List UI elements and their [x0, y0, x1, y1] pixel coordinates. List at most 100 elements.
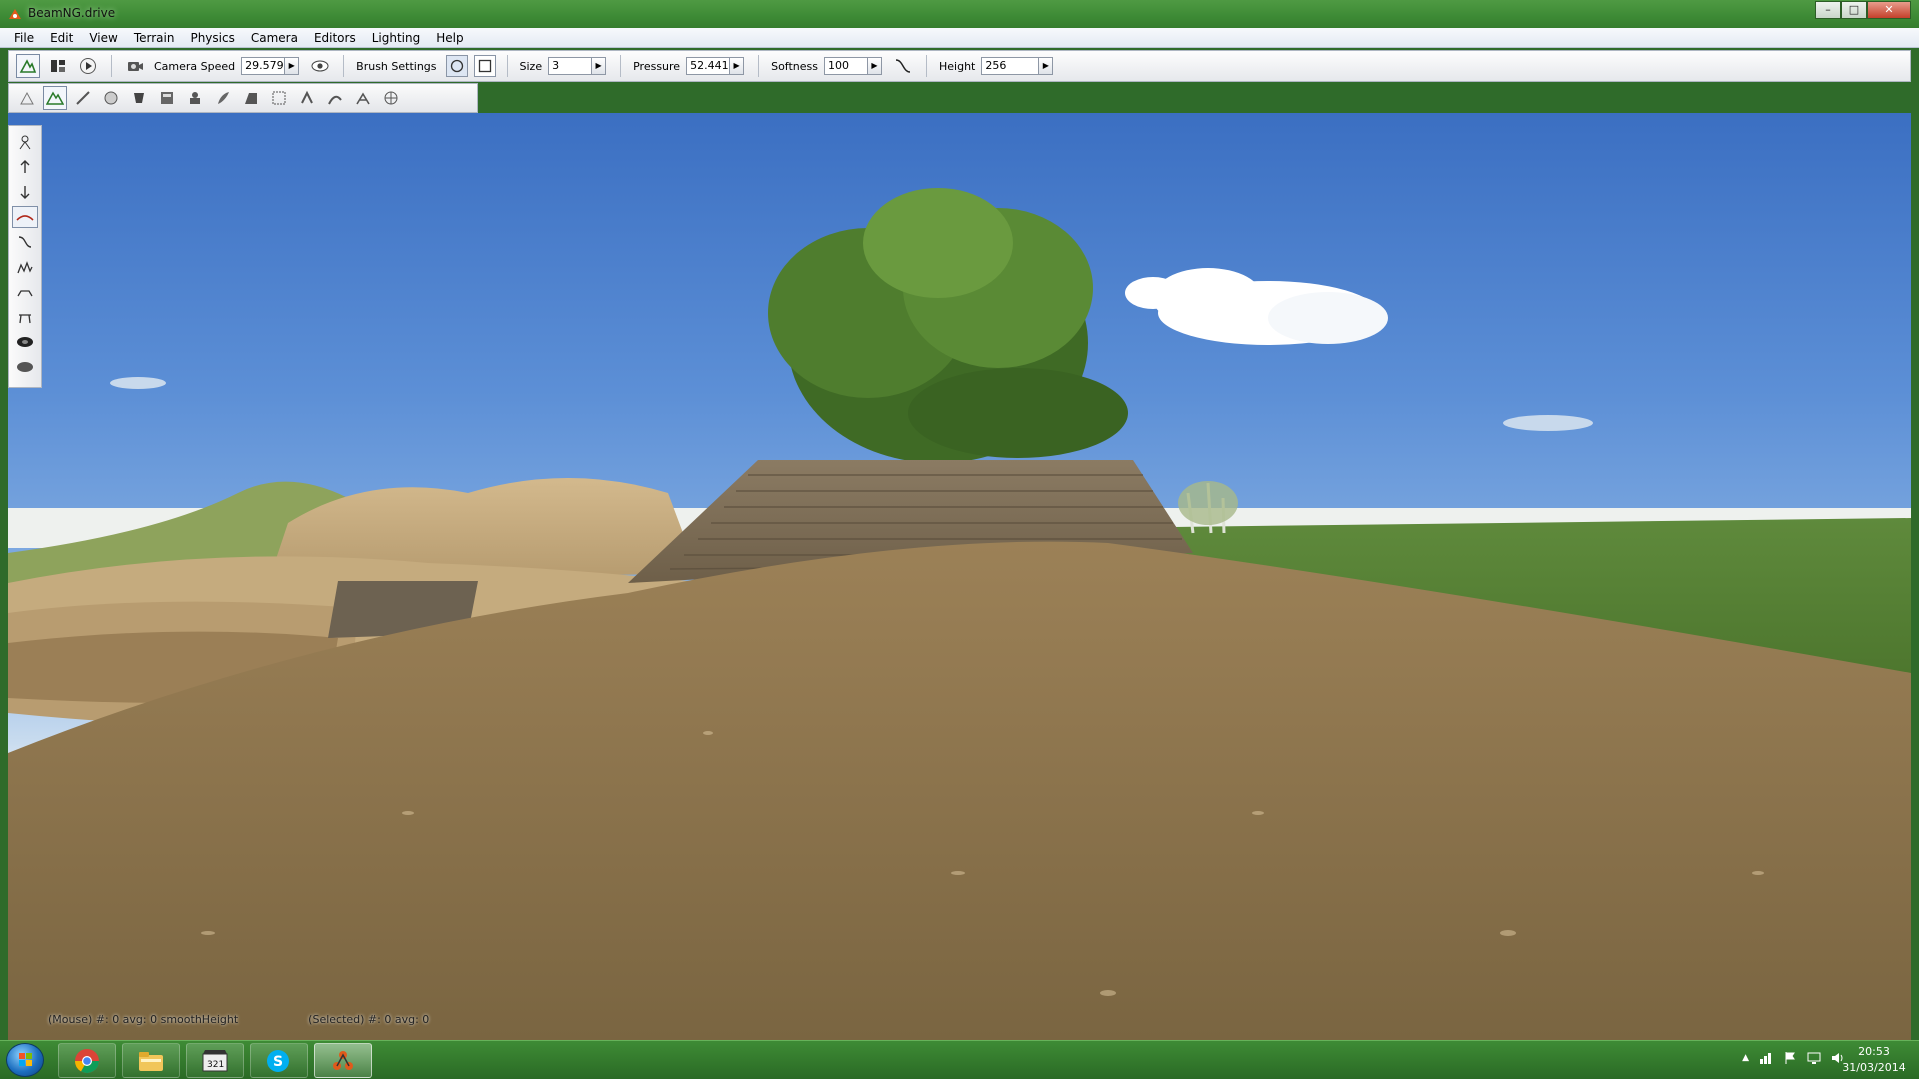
skype-icon: S — [267, 1049, 289, 1072]
pressure-arrow-icon[interactable]: ▶ — [730, 57, 745, 75]
window-title: BeamNG.drive — [28, 6, 116, 20]
beamng-icon — [333, 1050, 353, 1070]
mouse-status: (Mouse) #: 0 avg: 0 smoothHeight — [48, 1013, 239, 1026]
select-tool-icon[interactable] — [12, 131, 38, 153]
3d-viewport[interactable] — [8, 113, 1911, 1040]
sketch-tool-icon[interactable] — [127, 86, 151, 110]
road-editor-icon[interactable] — [295, 86, 319, 110]
menu-view[interactable]: View — [81, 29, 125, 47]
toolbar-separator — [111, 55, 112, 77]
menu-terrain[interactable]: Terrain — [126, 29, 183, 47]
menu-editors[interactable]: Editors — [306, 29, 364, 47]
size-label: Size — [519, 59, 543, 73]
height-field[interactable]: 256 — [981, 57, 1040, 75]
menu-edit[interactable]: Edit — [42, 29, 81, 47]
tray-expand-icon[interactable]: ▲ — [1742, 1053, 1749, 1063]
world-editor-icon[interactable] — [16, 54, 40, 78]
windows-taskbar: 321 S ▲ 20:53 31/03/2014 — [0, 1040, 1919, 1079]
main-toolbar: Camera Speed 29.579 ▶ Brush Settings Siz… — [8, 50, 1911, 82]
chrome-icon — [75, 1048, 99, 1073]
menu-bar: File Edit View Terrain Physics Camera Ed… — [0, 28, 1919, 48]
menu-lighting[interactable]: Lighting — [364, 29, 429, 47]
system-clock[interactable]: 20:53 31/03/2014 — [1839, 1044, 1909, 1076]
datablock-editor-icon[interactable] — [155, 86, 179, 110]
navmesh-editor-icon[interactable] — [351, 86, 375, 110]
menu-physics[interactable]: Physics — [182, 29, 242, 47]
start-button[interactable] — [6, 1043, 44, 1077]
close-button[interactable]: ✕ — [1867, 1, 1911, 19]
minimize-button[interactable]: – — [1815, 1, 1841, 19]
clock-date: 31/03/2014 — [1842, 1061, 1906, 1074]
softness-field[interactable]: 100 — [824, 57, 868, 75]
brush-settings-label: Brush Settings — [356, 59, 437, 73]
particle-editor-icon[interactable] — [323, 86, 347, 110]
svg-text:321: 321 — [207, 1060, 224, 1070]
pressure-label: Pressure — [633, 59, 681, 73]
windows-logo-icon — [19, 1053, 32, 1066]
menu-camera[interactable]: Camera — [243, 29, 306, 47]
action-center-flag-icon[interactable] — [1783, 1051, 1797, 1065]
paint-noise-icon[interactable] — [12, 256, 38, 278]
camera-speed-label: Camera Speed — [154, 59, 236, 73]
toolbar-separator — [506, 55, 508, 77]
raise-height-icon[interactable] — [12, 156, 38, 178]
toolbar-separator — [758, 55, 760, 77]
camera-speed-field[interactable]: 29.579 — [241, 57, 286, 75]
size-arrow-icon[interactable]: ▶ — [592, 57, 607, 75]
taskbar-beamng[interactable] — [314, 1043, 372, 1078]
display-tray-icon[interactable] — [1807, 1051, 1821, 1065]
clock-time: 20:53 — [1858, 1045, 1890, 1058]
editor-toolbar — [8, 83, 478, 113]
camera-speed-arrow-icon[interactable]: ▶ — [285, 57, 300, 75]
material-editor-icon[interactable] — [99, 86, 123, 110]
window-controls: – □ ✕ — [1815, 1, 1911, 19]
softness-curve-icon[interactable] — [891, 54, 915, 78]
editor-status: (Mouse) #: 0 avg: 0 smoothHeight (Select… — [48, 1013, 748, 1033]
lighting-editor-icon[interactable] — [379, 86, 403, 110]
toolbar-separator — [926, 55, 927, 77]
title-bar: BeamNG.drive – □ ✕ — [0, 0, 1919, 28]
svg-text:S: S — [273, 1054, 283, 1070]
softness-label: Softness — [771, 59, 818, 73]
clear-terrain-icon[interactable] — [12, 331, 38, 353]
flatten-icon[interactable] — [12, 281, 38, 303]
terrain-tools-sidebar — [8, 125, 42, 388]
system-tray: ▲ — [1742, 1051, 1845, 1065]
taskbar-chrome[interactable] — [58, 1043, 116, 1078]
menu-file[interactable]: File — [6, 29, 42, 47]
smooth-slope-icon[interactable] — [12, 231, 38, 253]
explorer-icon — [139, 1051, 163, 1071]
eye-icon[interactable] — [308, 54, 332, 78]
terrain-editor-icon[interactable] — [43, 86, 67, 110]
maximize-button[interactable]: □ — [1841, 1, 1867, 19]
square-brush-icon[interactable] — [473, 55, 496, 77]
menu-help[interactable]: Help — [428, 29, 471, 47]
terrain-scene — [8, 188, 1911, 1040]
taskbar-skype[interactable]: S — [250, 1043, 308, 1078]
mesh-road-editor-icon[interactable] — [239, 86, 263, 110]
height-label: Height — [939, 59, 976, 73]
camera-icon[interactable] — [123, 54, 147, 78]
taskbar-media-player[interactable]: 321 — [186, 1043, 244, 1078]
beamng-app-icon — [9, 9, 21, 19]
pressure-field[interactable]: 52.441 — [686, 57, 731, 75]
smooth-height-icon[interactable] — [12, 206, 38, 228]
media-player-icon: 321 — [202, 1049, 228, 1071]
play-icon[interactable] — [76, 54, 100, 78]
object-editor-icon[interactable] — [15, 86, 39, 110]
network-tray-icon[interactable] — [1759, 1051, 1773, 1065]
lower-height-icon[interactable] — [12, 181, 38, 203]
forest-editor-icon[interactable] — [211, 86, 235, 110]
river-editor-icon[interactable] — [267, 86, 291, 110]
layout-icon[interactable] — [46, 54, 70, 78]
softness-arrow-icon[interactable]: ▶ — [868, 57, 882, 75]
size-field[interactable]: 3 — [548, 57, 593, 75]
set-height-icon[interactable] — [12, 306, 38, 328]
circle-brush-icon[interactable] — [445, 55, 468, 77]
height-arrow-icon[interactable]: ▶ — [1039, 57, 1054, 75]
terrain-painter-icon[interactable] — [71, 86, 95, 110]
taskbar-explorer[interactable] — [122, 1043, 180, 1078]
toolbar-separator — [343, 55, 345, 77]
restore-terrain-icon[interactable] — [12, 356, 38, 378]
decal-editor-icon[interactable] — [183, 86, 207, 110]
